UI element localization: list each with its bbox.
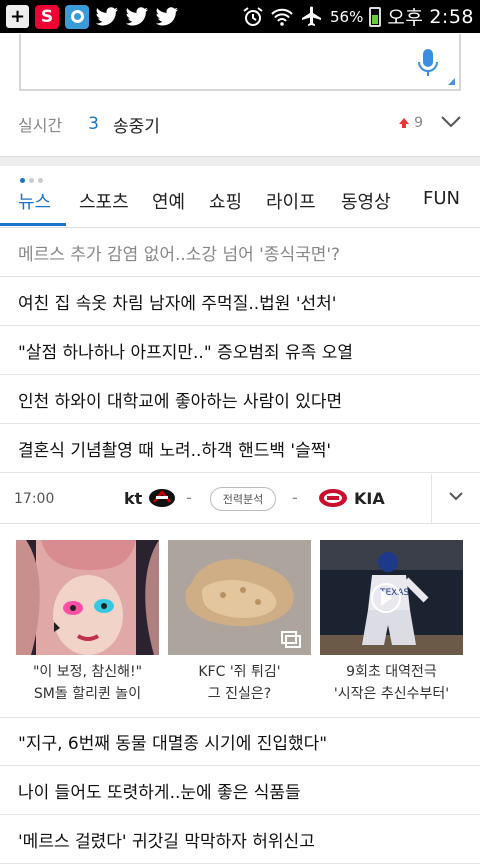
game-time: 17:00 (14, 491, 55, 507)
microphone-icon[interactable] (417, 48, 439, 78)
fried-chicken-image (168, 540, 311, 655)
plus-icon: + (6, 5, 29, 28)
home-score: - (186, 488, 192, 507)
baseball-player-image: TEXAS (320, 540, 463, 655)
analysis-button[interactable]: 전력분석 (210, 487, 276, 511)
clock-ampm: 오후 (387, 7, 424, 29)
corner-indicator (448, 78, 455, 85)
news-item[interactable]: 나이 들어도 또렷하게..눈에 좋은 식품들 (0, 766, 480, 815)
realtime-rank: 3 (88, 114, 99, 134)
card-caption: "이 보정, 참신해!" SM돌 할리퀸 놀이 (16, 661, 159, 705)
notification-icons: + S (6, 4, 179, 29)
news-list: 메르스 추가 감염 없어..소강 넘어 '종식국면'? 여친 집 속옷 차림 남… (0, 228, 480, 473)
tab-shopping[interactable]: 쇼핑 (209, 188, 242, 214)
s-app-icon: S (35, 4, 59, 29)
o-app-icon (65, 4, 89, 29)
divider (431, 474, 432, 524)
card-caption-line: 그 진실은? (207, 686, 272, 702)
tab-life[interactable]: 라이프 (266, 188, 316, 214)
system-icons: 56% 오후 2:58 (242, 3, 474, 30)
card-caption-line: SM돌 할리퀸 놀이 (33, 686, 142, 702)
away-team: KIA (318, 487, 385, 509)
card-caption-line: 9회초 대역전극 (346, 664, 437, 680)
home-team-name: kt (124, 488, 143, 508)
chevron-down-icon[interactable] (440, 114, 462, 130)
card-caption: 9회초 대역전극 '시작은 추신수부터' (320, 661, 463, 705)
alarm-icon (243, 6, 263, 26)
news-item[interactable]: '메르스 걸렸다' 귀갓길 막막하자 허위신고 (0, 815, 480, 864)
news-item[interactable]: 메르스 추가 감염 없어..소강 넘어 '종식국면'? (0, 228, 480, 277)
status-bar: + S 56% 오후 2:58 (0, 0, 480, 33)
photo-card[interactable]: TEXAS 9회초 대역전극 '시작은 추신수부터' (320, 540, 463, 705)
section-divider (0, 156, 480, 166)
card-caption: KFC '쥐 튀김' 그 진실은? (168, 661, 311, 705)
news-item[interactable]: 결혼식 기념촬영 때 노려..하객 핸드백 '슬쩍' (0, 424, 480, 473)
card-thumbnail[interactable] (168, 540, 311, 655)
photo-card[interactable]: KFC '쥐 튀김' 그 진실은? (168, 540, 311, 705)
card-thumbnail[interactable]: TEXAS (320, 540, 463, 655)
card-thumbnail[interactable] (16, 540, 159, 655)
photo-card[interactable]: "이 보정, 참신해!" SM돌 할리퀸 놀이 (16, 540, 159, 705)
realtime-label: 실시간 (18, 116, 63, 135)
news-item[interactable]: "지구, 6번째 동물 대멸종 시기에 진입했다" (0, 717, 480, 766)
portrait-image (16, 540, 159, 655)
tab-news[interactable]: 뉴스 (18, 188, 51, 214)
tab-sports[interactable]: 스포츠 (79, 188, 129, 214)
chevron-down-icon[interactable] (448, 490, 464, 502)
wifi-icon (271, 8, 293, 26)
baseball-game-row[interactable]: 17:00 kt - 전력분석 - KIA (0, 474, 480, 524)
news-item[interactable]: 인천 하와이 대학교에 좋아하는 사람이 있다면 (0, 375, 480, 424)
tab-fun[interactable]: FUN (423, 188, 460, 209)
category-tabs: 뉴스 스포츠 연예 쇼핑 라이프 동영상 FUN (0, 166, 480, 228)
photo-card-row: "이 보정, 참신해!" SM돌 할리퀸 놀이 KFC '쥐 튀김' 그 진실은… (0, 540, 480, 716)
away-score: - (292, 488, 298, 507)
realtime-search-ranking[interactable]: 실시간 3 송중기 9 (0, 104, 480, 144)
search-input[interactable] (19, 34, 461, 91)
rank-change: 9 (398, 115, 423, 131)
realtime-term[interactable]: 송중기 (113, 112, 160, 137)
news-item[interactable]: "살점 하나하나 아프지만.." 증오범죄 유족 오열 (0, 326, 480, 375)
page-dots (20, 178, 43, 183)
away-team-name: KIA (354, 488, 385, 508)
kt-wiz-logo-icon (149, 489, 176, 507)
twitter-icon (95, 6, 119, 26)
twitter-icon (155, 6, 179, 26)
rank-change-value: 9 (414, 115, 423, 131)
home-team: kt (124, 487, 176, 509)
kia-tigers-logo-icon (319, 489, 347, 507)
clock-time: 2:58 (429, 5, 474, 28)
airplane-icon (302, 6, 322, 26)
battery-percent: 56% (330, 7, 364, 26)
news-item[interactable]: 여친 집 속옷 차림 남자에 주먹질..법원 '선처' (0, 277, 480, 326)
card-caption-line: "이 보정, 참신해!" (32, 664, 143, 680)
card-caption-line: '시작은 추신수부터' (333, 686, 450, 702)
news-list: "지구, 6번째 동물 대멸종 시기에 진입했다" 나이 들어도 또렷하게..눈… (0, 717, 480, 864)
active-tab-indicator (0, 223, 66, 226)
up-arrow-icon (399, 118, 410, 128)
tab-entertainment[interactable]: 연예 (152, 188, 185, 214)
battery-icon (369, 6, 382, 27)
card-caption-line: KFC '쥐 튀김' (198, 664, 281, 680)
tab-video[interactable]: 동영상 (341, 188, 391, 214)
twitter-icon (125, 6, 149, 26)
